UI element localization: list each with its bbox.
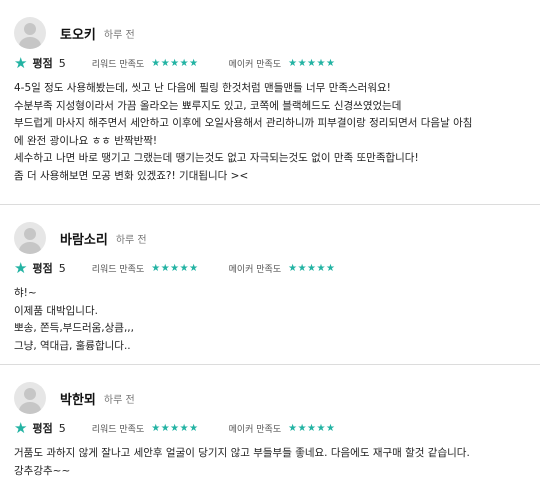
delivery-stars-icon: ★★★★★: [151, 57, 199, 69]
rating-row: ★ 평점 5 리워드 만족도 ★★★★★ 메이커 만족도 ★★★★★: [14, 259, 526, 277]
star-icon: ★: [14, 53, 28, 72]
delivery-satisfaction-label: 리워드 만족도: [91, 424, 145, 435]
review-line: 이제품 대박입니다.: [14, 304, 98, 317]
maker-satisfaction-label: 메이커 만족도: [228, 59, 282, 70]
avatar: [14, 17, 46, 49]
score-label: 평점: [32, 57, 53, 70]
review-text: 4-5일 정도 사용해봤는데, 씻고 난 다음에 필링 한것처럼 맨들맨들 너무…: [14, 80, 526, 185]
star-icon: ★: [14, 258, 28, 277]
delivery-satisfaction-label: 리워드 만족도: [91, 59, 145, 70]
review-time: 하루 전: [103, 29, 135, 41]
review-line: 뽀송, 쫀득,부드러움,상큼,,,: [14, 322, 134, 334]
review-time: 하루 전: [115, 234, 147, 246]
review-time: 하루 전: [103, 394, 135, 406]
delivery-stars-icon: ★★★★★: [151, 262, 199, 274]
delivery-satisfaction: 리워드 만족도 ★★★★★: [92, 422, 199, 435]
review-header: 토오키 하루 전: [14, 0, 526, 52]
avatar: [14, 222, 46, 254]
review-line: 세수하고 나면 바로 땡기고 그랬는데 땡기는것도 없고 자극되는것도 없이 만…: [14, 152, 419, 164]
review-line: 수분부족 지성형이라서 가끔 올라오는 뾰루지도 있고, 코쪽에 블랙헤드도 신…: [14, 99, 402, 112]
review-line: 좀 더 사용해보면 모공 변화 있겠죠?! 기대됩니다 ><: [14, 169, 249, 182]
review-line: 부드럽게 마사지 해주면서 세안하고 이후에 오일사용해서 관리하니까 피부결이…: [14, 117, 473, 129]
review-line: 4-5일 정도 사용해봤는데, 씻고 난 다음에 필링 한것처럼 맨들맨들 너무…: [14, 82, 391, 94]
review-line: 거품도 과하지 않게 잘나고 세안후 얼굴이 당기지 않고 부들부들 좋네요. …: [14, 447, 470, 459]
avatar: [14, 382, 46, 414]
review-header: 박한뫼 하루 전: [14, 365, 526, 417]
maker-satisfaction-label: 메이커 만족도: [228, 424, 282, 435]
maker-stars-icon: ★★★★★: [288, 422, 336, 434]
delivery-stars-icon: ★★★★★: [151, 422, 199, 434]
maker-stars-icon: ★★★★★: [288, 262, 336, 274]
review-line: 강추강추~~: [14, 464, 71, 477]
rating-row: ★ 평점 5 리워드 만족도 ★★★★★ 메이커 만족도 ★★★★★: [14, 419, 526, 437]
review-header: 바람소리 하루 전: [14, 205, 526, 257]
maker-satisfaction: 메이커 만족도 ★★★★★: [229, 57, 336, 70]
reviewer-name: 토오키: [60, 27, 96, 43]
reviewer-name: 바람소리: [60, 232, 108, 248]
star-icon: ★: [14, 418, 28, 437]
review-card: 박한뫼 하루 전 ★ 평점 5 리워드 만족도 ★★★★★ 메이커 만족도 ★★…: [0, 365, 540, 495]
maker-stars-icon: ★★★★★: [288, 57, 336, 69]
score-value: 5: [58, 261, 66, 275]
rating-row: ★ 평점 5 리워드 만족도 ★★★★★ 메이커 만족도 ★★★★★: [14, 54, 526, 72]
review-line: 그냥, 역대급, 훌륭합니다..: [14, 339, 131, 352]
reviewer-name: 박한뫼: [60, 392, 96, 408]
score-value: 5: [58, 421, 66, 435]
review-text: 거품도 과하지 않게 잘나고 세안후 얼굴이 당기지 않고 부들부들 좋네요. …: [14, 445, 526, 480]
maker-satisfaction: 메이커 만족도 ★★★★★: [229, 262, 336, 275]
delivery-satisfaction: 리워드 만족도 ★★★★★: [92, 57, 199, 70]
score-value: 5: [58, 56, 66, 70]
review-card: 바람소리 하루 전 ★ 평점 5 리워드 만족도 ★★★★★ 메이커 만족도 ★…: [0, 205, 540, 365]
review-text: 햐!~ 이제품 대박입니다. 뽀송, 쫀득,부드러움,상큼,,, 그냥, 역대급…: [14, 285, 526, 355]
maker-satisfaction: 메이커 만족도 ★★★★★: [229, 422, 336, 435]
maker-satisfaction-label: 메이커 만족도: [228, 264, 282, 275]
delivery-satisfaction: 리워드 만족도 ★★★★★: [92, 262, 199, 275]
review-card: 토오키 하루 전 ★ 평점 5 리워드 만족도 ★★★★★ 메이커 만족도 ★★…: [0, 0, 540, 205]
review-line: 에 완전 광이나요 ㅎㅎ 반짝반짝!: [14, 134, 158, 147]
review-line: 햐!~: [14, 287, 37, 299]
score-label: 평점: [32, 422, 53, 435]
delivery-satisfaction-label: 리워드 만족도: [91, 264, 145, 275]
score-label: 평점: [32, 262, 53, 275]
